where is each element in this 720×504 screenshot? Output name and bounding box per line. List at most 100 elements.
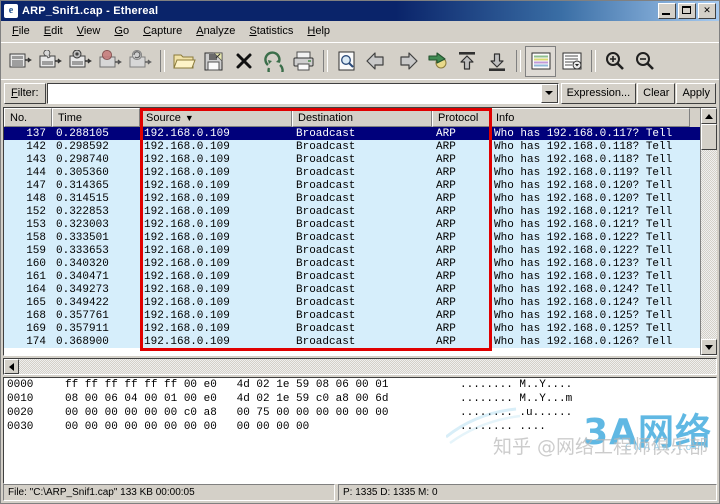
start-capture-icon[interactable] [66,47,95,76]
cell-source: 192.168.0.109 [144,296,230,309]
go-to-packet-icon[interactable] [422,47,451,76]
cell-time: 0.305360 [56,166,109,179]
reload-file-icon[interactable] [259,47,288,76]
column-header-info[interactable]: Info [490,108,690,127]
apply-filter-button[interactable]: Apply [676,82,716,104]
table-row[interactable]: 144 0.305360 192.168.0.109 Broadcast ARP Who … [4,166,700,179]
open-file-icon[interactable] [169,47,198,76]
cell-no: 143 [26,153,46,166]
hscroll-track[interactable] [19,359,716,374]
ethereal-icon: e [4,4,18,18]
table-row[interactable]: 160 0.340320 192.168.0.109 Broadcast ARP Who … [4,257,700,270]
column-header-no[interactable]: No. [4,108,52,127]
cell-destination: Broadcast [296,166,356,179]
packet-list-hscrollbar[interactable] [3,358,717,375]
menu-go[interactable]: Go [107,23,136,39]
table-row[interactable]: 153 0.323003 192.168.0.109 Broadcast ARP Who … [4,218,700,231]
filter-combo[interactable] [46,82,559,104]
cell-no: 152 [26,205,46,218]
menu-help[interactable]: Help [300,23,337,39]
capture-options-icon[interactable] [36,47,65,76]
table-row[interactable]: 161 0.340471 192.168.0.109 Broadcast ARP Who … [4,270,700,283]
colorize-icon[interactable] [525,45,556,77]
column-header-time[interactable]: Time [52,108,140,127]
cell-source: 192.168.0.109 [144,309,230,322]
stop-capture-icon[interactable] [96,47,125,76]
cell-protocol: ARP [436,127,456,140]
cell-protocol: ARP [436,153,456,166]
table-row[interactable]: 164 0.349273 192.168.0.109 Broadcast ARP Who … [4,283,700,296]
column-header-destination[interactable]: Destination [292,108,432,127]
packet-bytes-pane[interactable]: 0000 ff ff ff ff ff ff 00 e0 4d 02 1e 59 … [3,377,717,484]
go-forward-icon[interactable] [392,47,421,76]
packet-list-header: No. Time Source ▼ Destination Protocol Info [4,108,700,127]
chevron-down-icon[interactable] [540,83,558,103]
packet-list-vscrollbar[interactable] [700,108,717,355]
table-row[interactable]: 168 0.357761 192.168.0.109 Broadcast ARP Who … [4,309,700,322]
cell-info: Who has 192.168.0.121? Tell [494,218,673,231]
packet-list-rows[interactable]: 137 0.288105 192.168.0.109 Broadcast ARP Who … [4,127,700,355]
status-bar: File: "C:\ARP_Snif1.cap" 133 KB 00:00:05… [1,484,719,503]
menu-capture[interactable]: Capture [136,23,189,39]
hex-row: 0010 08 00 06 04 00 01 00 e0 4d 02 1e 59 … [4,392,716,406]
column-header-protocol[interactable]: Protocol [432,108,490,127]
table-row[interactable]: 142 0.298592 192.168.0.109 Broadcast ARP Who … [4,140,700,153]
go-back-icon[interactable] [362,47,391,76]
restart-capture-icon[interactable] [126,47,155,76]
cell-source: 192.168.0.109 [144,322,230,335]
scroll-track[interactable] [700,150,717,339]
cell-destination: Broadcast [296,179,356,192]
menu-analyze[interactable]: Analyze [189,23,242,39]
table-row[interactable]: 152 0.322853 192.168.0.109 Broadcast ARP Who … [4,205,700,218]
expression-button[interactable]: Expression... [560,82,637,104]
table-row[interactable]: 147 0.314365 192.168.0.109 Broadcast ARP Who … [4,179,700,192]
find-packet-icon[interactable] [332,47,361,76]
menu-view[interactable]: View [70,23,108,39]
column-header-label: Time [58,111,83,124]
zoom-in-icon[interactable] [600,47,629,76]
column-header-label: Protocol [438,111,479,124]
new-capture-interfaces-icon[interactable] [6,47,35,76]
table-row[interactable]: 137 0.288105 192.168.0.109 Broadcast ARP Who … [4,127,700,140]
scroll-down-button[interactable] [700,339,717,355]
cell-protocol: ARP [436,257,456,270]
save-file-icon[interactable] [199,47,228,76]
go-to-first-packet-icon[interactable] [452,47,481,76]
zoom-out-icon[interactable] [630,47,659,76]
cell-time: 0.357761 [56,309,109,322]
print-icon[interactable] [289,47,318,76]
close-file-icon[interactable] [229,47,258,76]
column-header-label: Info [496,111,515,124]
clear-filter-button[interactable]: Clear [637,82,676,104]
cell-destination: Broadcast [296,192,356,205]
table-row[interactable]: 174 0.368900 192.168.0.109 Broadcast ARP Who … [4,335,700,348]
cell-protocol: ARP [436,166,456,179]
minimize-button[interactable] [658,3,676,19]
menu-edit[interactable]: Edit [37,23,70,39]
menu-file[interactable]: File [5,23,37,39]
table-row[interactable]: 165 0.349422 192.168.0.109 Broadcast ARP Who … [4,296,700,309]
table-row[interactable]: 169 0.357911 192.168.0.109 Broadcast ARP Who … [4,322,700,335]
cell-no: 168 [26,309,46,322]
cell-source: 192.168.0.109 [144,231,230,244]
hex-bytes: 00 00 00 00 00 00 00 00 00 00 00 00 [65,421,310,433]
maximize-button[interactable] [678,3,696,19]
menu-statistics[interactable]: Statistics [242,23,300,39]
scroll-thumb[interactable] [700,124,717,150]
cell-source: 192.168.0.109 [144,257,230,270]
table-row[interactable]: 159 0.333653 192.168.0.109 Broadcast ARP Who … [4,244,700,257]
filter-input[interactable] [47,83,541,103]
scroll-left-button[interactable] [4,359,19,374]
scroll-up-button[interactable] [700,108,717,124]
filter-label-button[interactable]: Filter: [4,82,46,104]
hex-bytes: 08 00 06 04 00 01 00 e0 4d 02 1e 59 c0 a… [65,393,389,405]
cell-protocol: ARP [436,296,456,309]
column-header-source[interactable]: Source ▼ [140,108,292,127]
table-row[interactable]: 158 0.333501 192.168.0.109 Broadcast ARP Who … [4,231,700,244]
table-row[interactable]: 148 0.314515 192.168.0.109 Broadcast ARP Who … [4,192,700,205]
close-button[interactable]: ✕ [698,3,716,19]
table-row[interactable]: 143 0.298740 192.168.0.109 Broadcast ARP Who … [4,153,700,166]
auto-scroll-icon[interactable] [557,47,586,76]
go-to-last-packet-icon[interactable] [482,47,511,76]
cell-destination: Broadcast [296,283,356,296]
